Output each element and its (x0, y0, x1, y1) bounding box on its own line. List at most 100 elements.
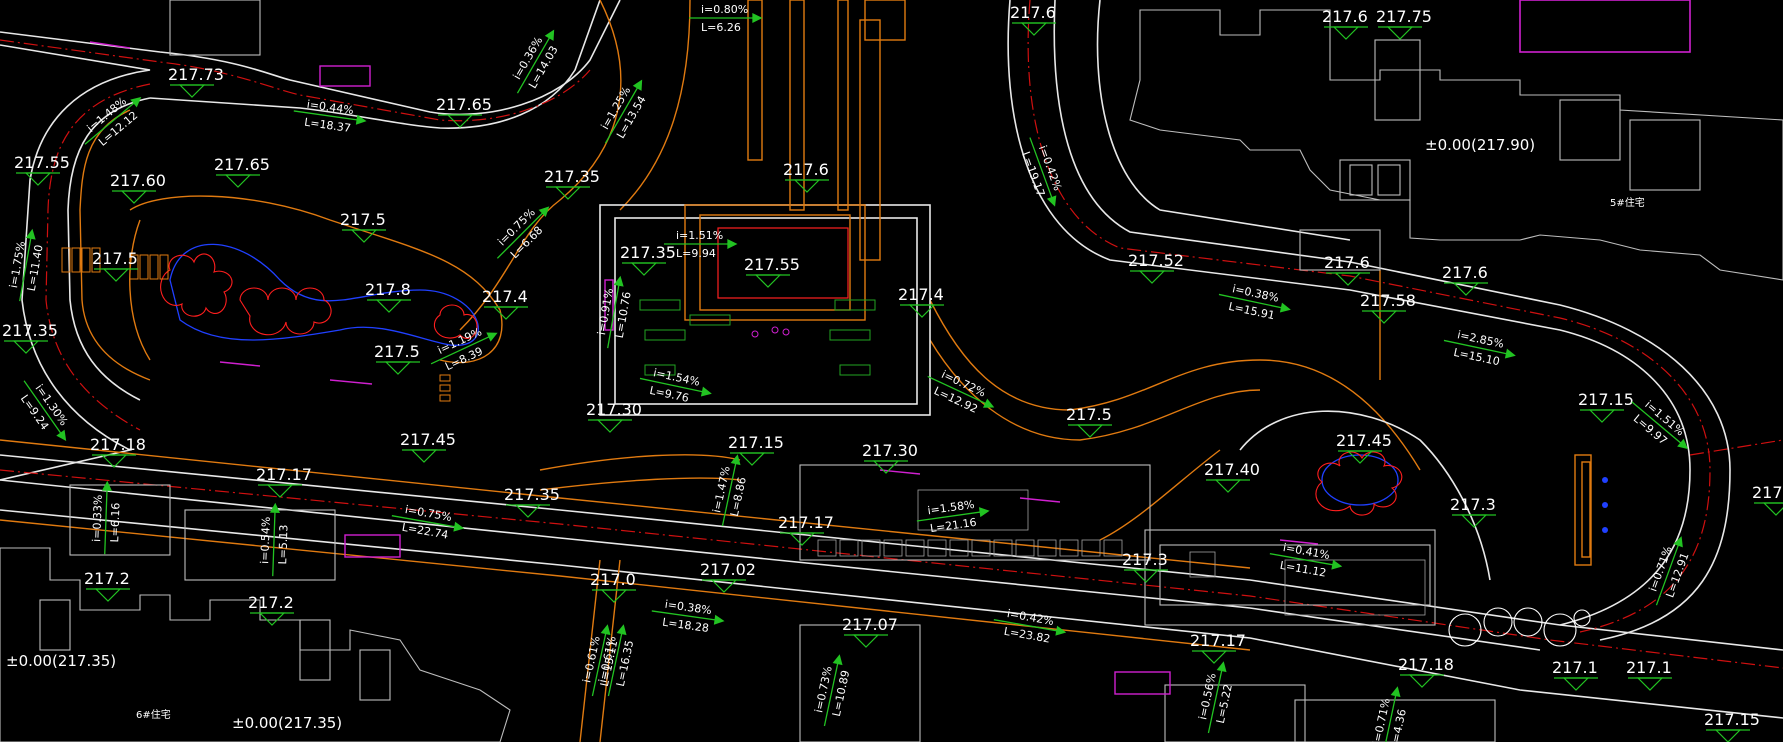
elevation-label: 217.1 (1552, 658, 1598, 677)
elevation-marker[interactable]: 217.35 (544, 167, 600, 200)
slope-annotation[interactable]: i=0.38%L=15.91 (1216, 280, 1293, 325)
slope-annotation[interactable]: i=1.48%L=12.12 (75, 86, 150, 156)
elevation-label: 217.30 (586, 400, 642, 419)
slope-annotation[interactable]: i=1.25%L=13.54 (592, 73, 655, 151)
elevation-triangle-icon (258, 612, 286, 626)
elevation-marker[interactable]: 217.5 (92, 249, 138, 282)
elevation-marker[interactable]: 217.1 (1626, 658, 1672, 691)
slope-annotation[interactable]: i=0.38%L=18.28 (650, 596, 726, 637)
elevation-marker[interactable]: 217.15 (1704, 710, 1760, 742)
elevation-marker[interactable]: 217.30 (586, 400, 642, 433)
elevation-marker[interactable]: 217.45 (400, 430, 456, 463)
elevation-marker[interactable]: 217.2 (84, 569, 130, 602)
elevation-marker[interactable]: 217.18 (1398, 655, 1454, 688)
loop-road-ne (1007, 0, 1783, 641)
elevation-marker[interactable]: 217.18 (90, 435, 146, 468)
slope-length: L=11.12 (1279, 559, 1327, 580)
elevation-label: 217.45 (400, 430, 456, 449)
elevation-marker[interactable]: 217.02 (700, 560, 756, 593)
elevation-triangle-icon (1588, 409, 1616, 423)
slope-gradient: i=0.33% (90, 494, 105, 542)
elevation-triangle-icon (754, 274, 782, 288)
elevation-marker[interactable]: 217.40 (1204, 460, 1260, 493)
elevation-triangle-icon (1408, 674, 1436, 688)
elevation-marker[interactable]: 217.5 (340, 210, 386, 243)
slope-annotation[interactable]: i=0.56%L=5.22 (1194, 659, 1239, 736)
slope-annotation[interactable]: i=1.58%L=21.16 (915, 496, 991, 537)
elevation-label: 217.2 (84, 569, 130, 588)
elevation-label: 217.4 (898, 285, 944, 304)
elevation-triangle-icon (178, 84, 206, 98)
elevation-marker[interactable]: 217.0 (590, 570, 636, 603)
elevation-marker[interactable]: 217.15 (1578, 390, 1634, 423)
elevation-triangle-icon (384, 361, 412, 375)
elevation-marker[interactable]: 217.6 (1442, 263, 1488, 296)
slope-annotation[interactable]: i=0.72%L=12.92 (921, 363, 999, 422)
elevation-marker[interactable]: 217.58 (1360, 291, 1416, 324)
elevation-marker[interactable]: 217.17 (1190, 631, 1246, 664)
elevation-marker[interactable]: 217.60 (110, 171, 166, 204)
slope-annotation[interactable]: i=1.30%L=9.24 (11, 372, 78, 449)
elevation-marker[interactable]: 217.35 (504, 485, 560, 518)
elevation-label: 217.75 (1376, 7, 1432, 26)
elevation-label: 217.07 (842, 615, 898, 634)
elevation-marker[interactable]: 217.6 (1324, 253, 1370, 286)
elevation-triangle-icon (1386, 26, 1414, 40)
elevation-marker[interactable]: 217.52 (1128, 251, 1184, 284)
slope-annotation[interactable]: i=0.36%L=14.03 (504, 23, 567, 101)
elevation-marker[interactable]: 217.65 (214, 155, 270, 188)
elevation-label: 217.4 (1752, 483, 1783, 502)
elevation-label: 217.5 (340, 210, 386, 229)
elevation-marker[interactable]: 217.73 (168, 65, 224, 98)
elevation-marker[interactable]: 217.75 (1376, 7, 1432, 40)
building-sw-zero-elevation: ±0.00(217.35) (232, 714, 342, 732)
elevation-markers: 217.73 217.65 217.55 217.60 217.65 217.5 217.5… (2, 3, 1783, 742)
elevation-marker[interactable]: 217.5 (374, 342, 420, 375)
elevation-marker[interactable]: 217.4 (1752, 483, 1783, 516)
elevation-marker[interactable]: 217.6 (1010, 3, 1056, 36)
slope-annotation[interactable]: i=0.80% L=6.26 (689, 3, 763, 34)
elevation-marker[interactable]: 217.8 (365, 280, 411, 313)
elevation-marker[interactable]: 217.65 (436, 95, 492, 128)
slope-gradient: i=1.51% (676, 229, 723, 242)
elevation-label: 217.58 (1360, 291, 1416, 310)
elevation-label: 217.45 (1336, 431, 1392, 450)
elevation-label: 217.55 (14, 153, 70, 172)
slope-annotation[interactable]: i=1.47%L=8.86 (708, 452, 753, 529)
elevation-triangle-icon (793, 179, 821, 193)
elevation-triangle-icon (266, 484, 294, 498)
slope-length: L=4.36 (1388, 708, 1409, 742)
slope-annotation[interactable]: i=0.54% L=5.13 (258, 502, 291, 577)
slope-annotation[interactable]: i=0.71%L=4.36 (1368, 684, 1413, 742)
elevation-label: 217.35 (504, 485, 560, 504)
elevation-label: 217.0 (590, 570, 636, 589)
slope-annotation[interactable]: i=0.61%L=16.35 (594, 622, 639, 699)
elevation-triangle-icon (1714, 729, 1742, 742)
slope-length: L=8.86 (728, 476, 749, 518)
elevation-label: 217.73 (168, 65, 224, 84)
elevation-marker[interactable]: 217.1 (1552, 658, 1598, 691)
slope-annotation[interactable]: i=0.75%L=6.68 (487, 197, 560, 270)
elevation-label: 217.17 (778, 513, 834, 532)
slope-annotation[interactable]: i=0.73%L=10.89 (810, 652, 855, 729)
slope-annotation[interactable]: i=1.54%L=9.76 (637, 364, 714, 409)
slope-length: L=9.76 (648, 384, 690, 405)
elevation-marker[interactable]: 217.35 (2, 321, 58, 354)
elevation-marker[interactable]: 217.55 (14, 153, 70, 186)
cad-drawing-canvas[interactable]: 217.73 217.65 217.55 217.60 217.65 217.5 217.5… (0, 0, 1783, 742)
elevation-marker[interactable]: 217.07 (842, 615, 898, 648)
elevation-triangle-icon (1020, 22, 1048, 36)
elevation-marker[interactable]: 217.17 (256, 465, 312, 498)
elevation-label: 217.15 (1704, 710, 1760, 729)
elevation-marker[interactable]: 217.35 (620, 243, 676, 276)
slope-length: L=5.13 (276, 524, 290, 564)
elevation-marker[interactable]: 217.55 (744, 255, 800, 288)
central-plaza (599, 0, 931, 416)
elevation-marker[interactable]: 217.5 (1066, 405, 1112, 438)
elevation-marker[interactable]: 217.6 (1322, 7, 1368, 40)
slope-length: L=15.91 (1227, 300, 1276, 322)
slope-annotation[interactable]: i=2.85%L=15.10 (1441, 326, 1518, 371)
slope-annotation[interactable]: i=1.19%L=8.39 (425, 320, 503, 379)
elevation-marker[interactable]: 217.4 (482, 287, 528, 320)
elevation-marker[interactable]: 217.30 (862, 441, 918, 474)
